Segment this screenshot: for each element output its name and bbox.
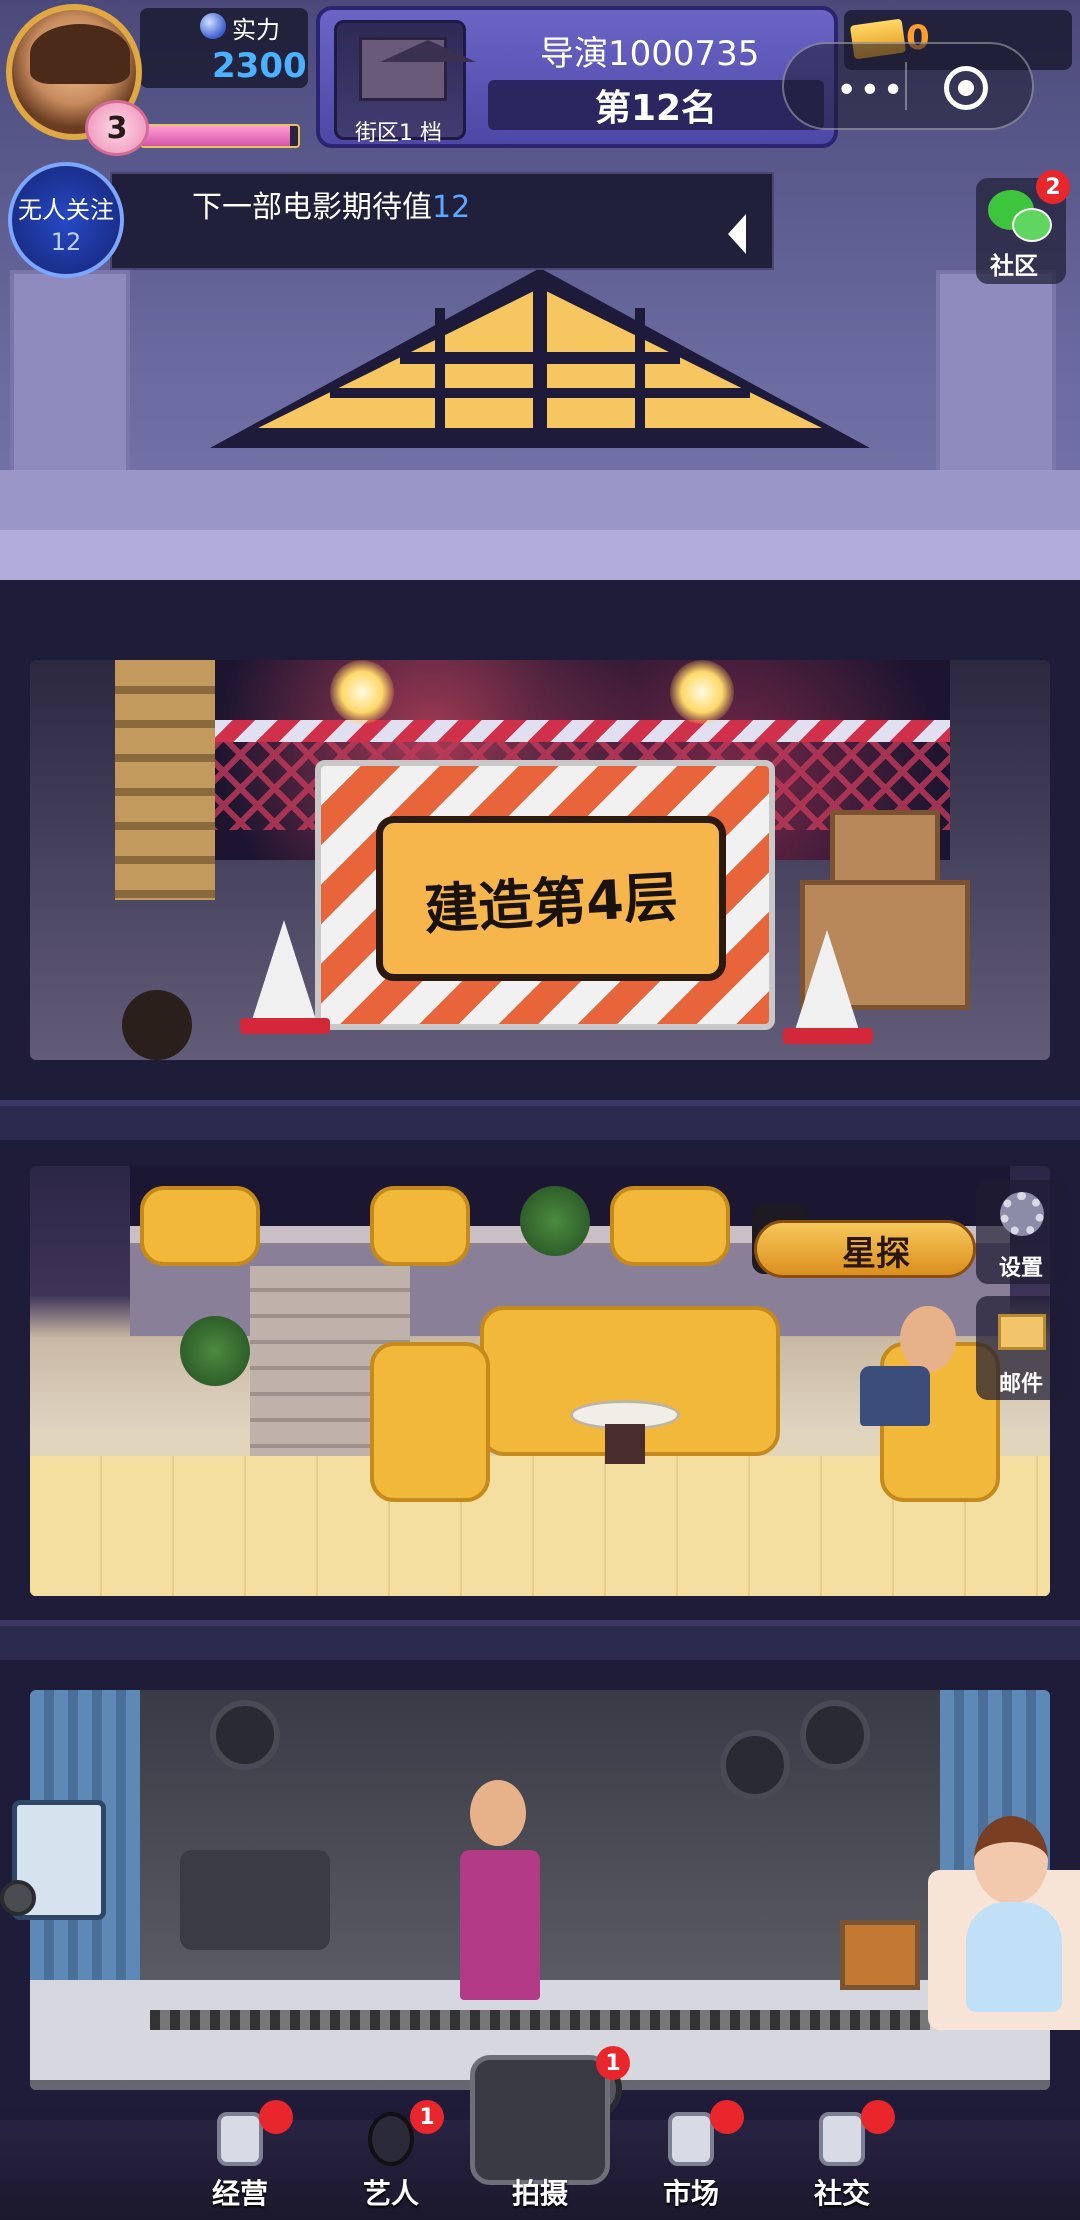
- attic-window: [210, 268, 870, 448]
- potted-plant-icon: [520, 1186, 590, 1256]
- power-value: 2300: [212, 46, 307, 86]
- nav-item-artists[interactable]: 艺人 1: [326, 2100, 456, 2220]
- rank-box: 第12名: [488, 80, 824, 130]
- film-camera-icon: [180, 1850, 330, 1950]
- work-lamp-icon: [330, 660, 394, 724]
- seated-artist-body: [860, 1366, 930, 1426]
- cone-base: [783, 1028, 873, 1044]
- close-target-dot: [958, 80, 974, 96]
- level-badge: 3: [85, 100, 149, 156]
- right-pillar: [936, 270, 1056, 480]
- nav-badge-artists: 1: [410, 2100, 444, 2134]
- seated-artist[interactable]: [900, 1306, 956, 1372]
- left-pillar: [10, 270, 130, 480]
- film-reel-icon: [0, 1880, 36, 1916]
- nav-item-market[interactable]: 市场: [626, 2100, 756, 2220]
- scout-label: 星探: [842, 1234, 910, 1274]
- nav-label-artists: 艺人: [362, 2177, 419, 2210]
- house-icon: [359, 37, 476, 101]
- artist-dress: [966, 1902, 1062, 2012]
- director-name: 导演1000735: [540, 34, 760, 74]
- armchair: [140, 1186, 260, 1266]
- notice-text: 下一部电影期待值12: [192, 182, 470, 226]
- community-label: 社区: [990, 252, 1038, 280]
- nav-item-shoot[interactable]: [470, 2055, 610, 2185]
- wood-pallet-stack: [115, 660, 215, 900]
- fence-rail: [210, 720, 950, 742]
- house-roof: [380, 40, 476, 62]
- build-floor-sign[interactable]: 建造第4层: [315, 760, 775, 1030]
- work-lamp-icon: [670, 660, 734, 724]
- followers-label: 无人关注: [18, 196, 114, 224]
- mail-label: 邮件: [998, 1372, 1043, 1397]
- game-screen: 建造第4层 实力 2300 3 街区1 档 导演1000735 第12名 0 •…: [0, 0, 1080, 2220]
- peeking-character[interactable]: [122, 990, 192, 1060]
- dolly-track: [150, 2010, 930, 2030]
- build-floor-plate: 建造第4层: [376, 816, 726, 981]
- cone-base: [240, 1018, 330, 1034]
- prop-bench: [840, 1920, 920, 1990]
- floor-2-studio[interactable]: [30, 1690, 1050, 2090]
- nav-badge-shoot: 1: [596, 2046, 630, 2080]
- nav-dot-badge: [259, 2100, 293, 2134]
- gear-icon: [1000, 1192, 1044, 1236]
- potted-plant-icon: [180, 1316, 250, 1386]
- floor-4-construction[interactable]: 建造第4层: [30, 660, 1050, 1060]
- notice-prefix: 下一部电影期待值: [192, 190, 432, 225]
- experience-fill: [142, 126, 291, 146]
- wechat-icon: [1012, 208, 1052, 242]
- agent-icon: [368, 2112, 414, 2166]
- armchair: [610, 1186, 730, 1266]
- collapse-arrow-icon[interactable]: [728, 214, 746, 254]
- nav-item-social[interactable]: 社交: [777, 2100, 907, 2220]
- director-panel[interactable]: 街区1 档 导演1000735 第12名: [316, 6, 838, 148]
- traffic-cone-icon: [795, 930, 859, 1030]
- power-label: 实力: [232, 16, 280, 44]
- settings-label: 设置: [998, 1256, 1043, 1281]
- district-thumbnail[interactable]: 街区1 档: [334, 20, 476, 146]
- community-badge: 2: [1036, 170, 1070, 204]
- avatar-hair: [30, 24, 130, 84]
- capsule-divider: [905, 62, 907, 110]
- more-icon[interactable]: •••: [836, 70, 906, 111]
- lock-icon: [668, 2112, 714, 2166]
- experience-bar: [140, 124, 300, 148]
- level-value: 3: [106, 110, 128, 146]
- nav-dot-badge: [710, 2100, 744, 2134]
- nav-dot-badge: [861, 2100, 895, 2134]
- district-label: 街区1 档: [355, 121, 442, 146]
- nav-label-market: 市场: [662, 2177, 719, 2210]
- armchair: [370, 1186, 470, 1266]
- notice-value: 12: [432, 190, 471, 225]
- actor-on-stage[interactable]: [470, 1780, 526, 1846]
- lock-icon: [819, 2112, 865, 2166]
- coffee-table-base: [605, 1424, 645, 1464]
- armchair: [370, 1342, 490, 1502]
- nav-label-business: 经营: [211, 2177, 268, 2210]
- build-floor-label: 建造第4层: [422, 865, 680, 942]
- artist-portrait: [974, 1816, 1048, 1904]
- spotlight-icon: [720, 1730, 790, 1800]
- nav-item-business[interactable]: 经营: [175, 2100, 305, 2220]
- miniprogram-capsule: [782, 42, 1034, 130]
- gem-icon: [200, 13, 226, 39]
- lock-icon: [217, 2112, 263, 2166]
- actor-costume: [460, 1850, 540, 2000]
- crate: [830, 810, 940, 890]
- spotlight-icon: [210, 1700, 280, 1770]
- traffic-cone-icon: [252, 920, 316, 1020]
- spotlight-icon: [800, 1700, 870, 1770]
- rank-label: 第12名: [594, 88, 718, 129]
- followers-value: 12: [50, 228, 82, 256]
- nav-label-social: 社交: [813, 2177, 870, 2210]
- mail-icon: [998, 1314, 1046, 1350]
- nav-label-shoot: 拍摄: [511, 2177, 568, 2210]
